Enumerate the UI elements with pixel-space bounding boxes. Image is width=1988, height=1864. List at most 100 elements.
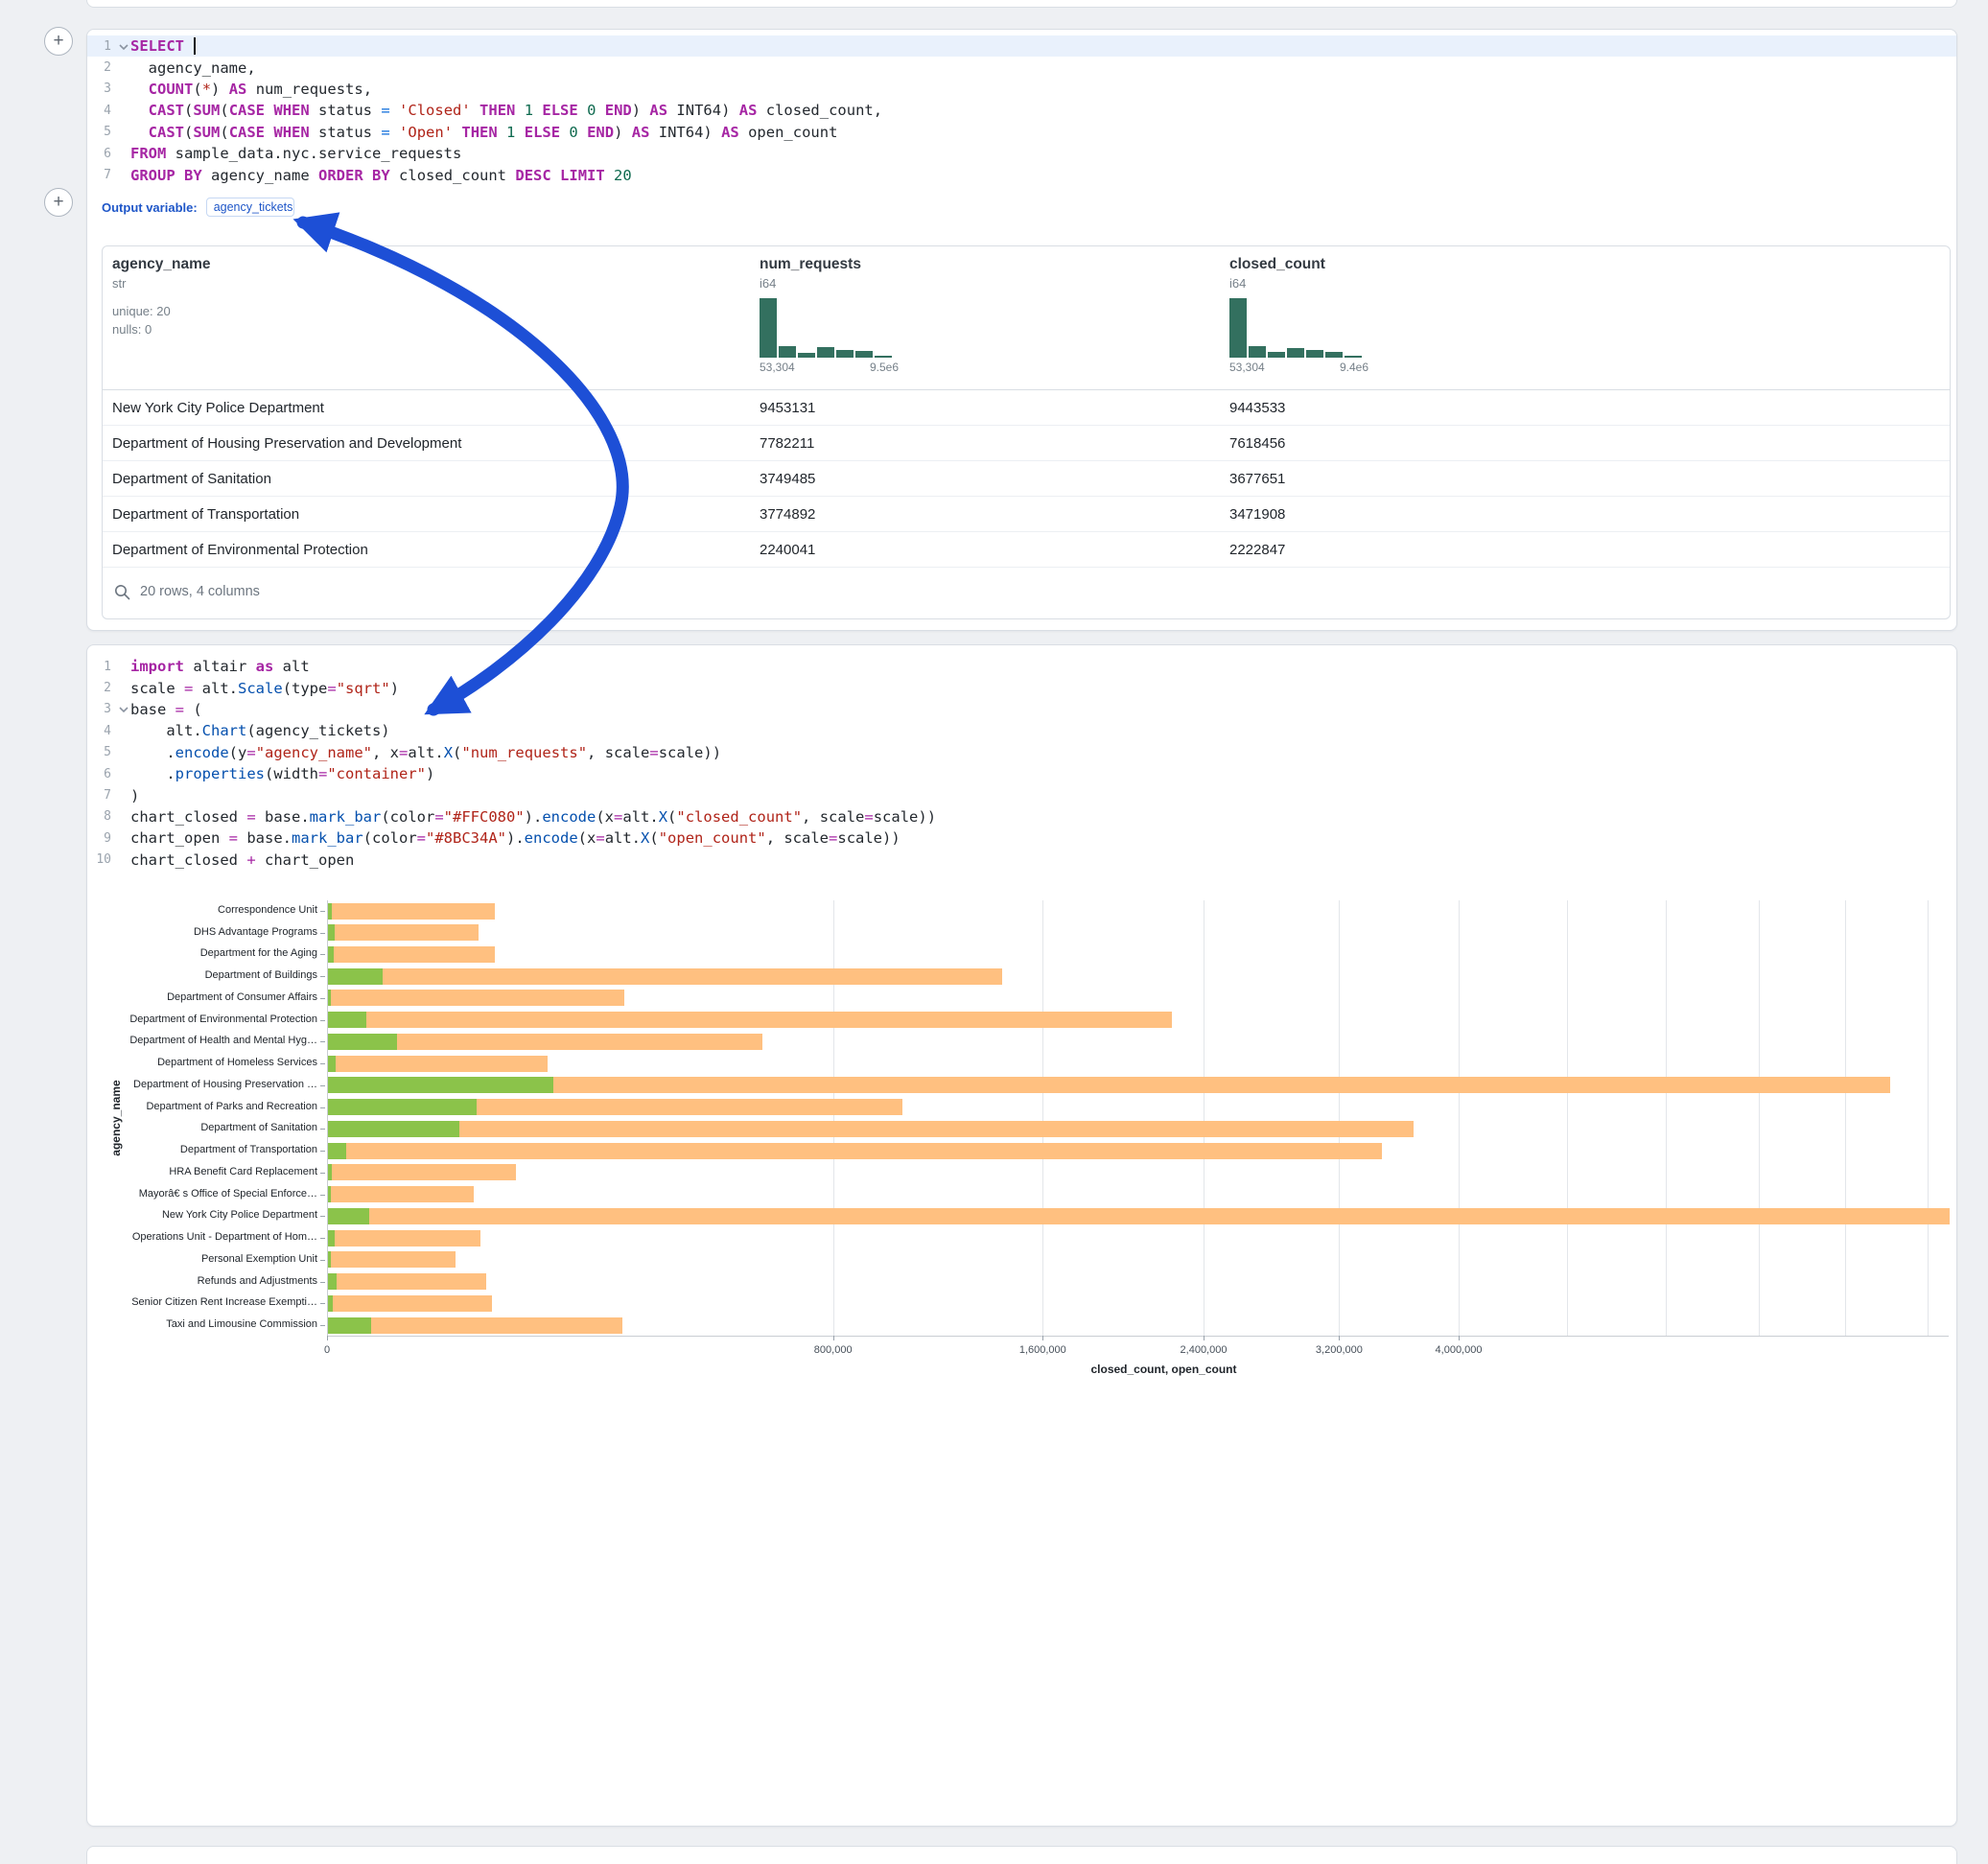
- line-number: 3: [87, 702, 116, 716]
- code-token: =: [381, 102, 389, 119]
- table-cell: Department of Transportation: [112, 497, 299, 532]
- code-token: 0: [569, 124, 577, 141]
- output-variable-chip[interactable]: agency_tickets: [206, 198, 294, 217]
- y-tick: [320, 976, 325, 977]
- code-token: [390, 124, 399, 141]
- code-token: =: [327, 680, 336, 697]
- sql-code-line-7[interactable]: 7GROUP BY agency_name ORDER BY closed_co…: [87, 164, 1956, 185]
- code-token: (: [220, 124, 228, 141]
- code-token: CASE: [229, 102, 265, 119]
- column-header-closed-count[interactable]: closed_count i64 53,304 9.4e6: [1229, 256, 1368, 374]
- table-cell: 7782211: [760, 426, 814, 461]
- code-token: [578, 102, 587, 119]
- y-tick: [320, 1085, 325, 1086]
- gridline: [1459, 900, 1460, 1336]
- code-text: import altair as alt: [130, 658, 310, 675]
- code-token: (: [453, 744, 461, 761]
- code-token: =: [417, 829, 426, 847]
- y-axis-label: Taxi and Limousine Commission: [91, 1318, 317, 1330]
- histogram-bar: [855, 351, 873, 358]
- python-code-editor[interactable]: 1import altair as alt2scale = alt.Scale(…: [87, 645, 1956, 871]
- python-code-line-3[interactable]: 3base = (: [87, 699, 1956, 720]
- code-token: "#8BC34A": [426, 829, 506, 847]
- chart-bar-open: [328, 903, 332, 920]
- sql-code-line-4[interactable]: 4 CAST(SUM(CASE WHEN status = 'Closed' T…: [87, 100, 1956, 121]
- y-axis-label: Operations Unit - Department of Hom…: [91, 1231, 317, 1243]
- code-token: THEN: [479, 102, 515, 119]
- chart-bar-closed: [328, 1143, 1382, 1159]
- code-token: import: [130, 658, 184, 675]
- code-text: agency_name,: [130, 59, 256, 77]
- fold-chevron-icon[interactable]: [116, 42, 130, 51]
- code-token: Scale: [238, 680, 283, 697]
- chart-bar-open: [328, 1186, 331, 1202]
- line-number: 7: [87, 168, 116, 182]
- table-header: agency_name str unique: 20 nulls: 0 num_…: [103, 246, 1950, 390]
- code-token: =: [434, 808, 443, 826]
- sql-code-line-6[interactable]: 6FROM sample_data.nyc.service_requests: [87, 143, 1956, 164]
- code-token: (: [220, 102, 228, 119]
- y-axis-label: Senior Citizen Rent Increase Exempti…: [91, 1296, 317, 1308]
- column-stat-unique: unique: 20: [112, 302, 211, 320]
- column-header-num-requests[interactable]: num_requests i64 53,304 9.5e6: [760, 256, 899, 374]
- chart-bar-open: [328, 1056, 336, 1072]
- python-code-line-2[interactable]: 2scale = alt.Scale(type="sqrt"): [87, 677, 1956, 698]
- histogram-max: 9.5e6: [870, 361, 899, 374]
- code-token: [130, 81, 149, 98]
- code-token: chart_closed: [130, 851, 246, 869]
- table-row-count: 20 rows, 4 columns: [140, 584, 260, 599]
- code-token: (color: [363, 829, 417, 847]
- python-code-line-7[interactable]: 7): [87, 784, 1956, 805]
- line-number: 1: [87, 39, 116, 54]
- python-code-line-4[interactable]: 4 alt.Chart(agency_tickets): [87, 720, 1956, 741]
- search-icon[interactable]: [114, 584, 130, 600]
- code-token: =: [614, 808, 622, 826]
- python-code-line-6[interactable]: 6 .properties(width="container"): [87, 763, 1956, 784]
- code-token: [390, 102, 399, 119]
- code-token: CAST: [149, 124, 184, 141]
- previous-cell-edge: [86, 0, 1957, 8]
- chart-bar-closed: [328, 1121, 1414, 1137]
- table-row: New York City Police Department945313194…: [103, 390, 1950, 426]
- code-token: SELECT: [130, 37, 184, 55]
- code-token: mark_bar: [310, 808, 382, 826]
- python-code-line-9[interactable]: 9chart_open = base.mark_bar(color="#8BC3…: [87, 827, 1956, 849]
- code-text: SELECT: [130, 37, 196, 55]
- line-number: 4: [87, 104, 116, 118]
- histogram-max: 9.4e6: [1340, 361, 1368, 374]
- code-token: "open_count": [659, 829, 766, 847]
- code-token: , scale: [766, 829, 829, 847]
- sql-code-line-1[interactable]: 1 SELECT: [87, 35, 1956, 57]
- add-cell-button-middle[interactable]: +: [44, 188, 73, 217]
- sql-code-editor[interactable]: 1 SELECT 2 agency_name,3 COUNT(*) AS num_…: [87, 30, 1956, 186]
- sql-code-line-3[interactable]: 3 COUNT(*) AS num_requests,: [87, 79, 1956, 100]
- table-cell: 2222847: [1229, 532, 1285, 568]
- table-cell: Department of Sanitation: [112, 461, 271, 497]
- column-name: closed_count: [1229, 256, 1368, 273]
- code-text: alt.Chart(agency_tickets): [130, 722, 390, 739]
- chart-bar-open: [328, 990, 331, 1006]
- code-text: scale = alt.Scale(type="sqrt"): [130, 680, 399, 697]
- sql-code-line-2[interactable]: 2 agency_name,: [87, 57, 1956, 78]
- python-code-line-1[interactable]: 1import altair as alt: [87, 656, 1956, 677]
- python-code-line-10[interactable]: 10chart_closed + chart_open: [87, 850, 1956, 871]
- column-header-agency-name[interactable]: agency_name str unique: 20 nulls: 0: [112, 256, 211, 338]
- y-axis-label: HRA Benefit Card Replacement: [91, 1166, 317, 1177]
- column-type: i64: [760, 276, 899, 291]
- y-tick: [320, 1303, 325, 1304]
- python-code-line-5[interactable]: 5 .encode(y="agency_name", x=alt.X("num_…: [87, 742, 1956, 763]
- column-name: num_requests: [760, 256, 899, 273]
- code-text: CAST(SUM(CASE WHEN status = 'Open' THEN …: [130, 124, 837, 141]
- python-code-line-8[interactable]: 8chart_closed = base.mark_bar(color="#FF…: [87, 806, 1956, 827]
- code-token: status: [310, 102, 382, 119]
- chart-bar-open: [328, 1230, 335, 1247]
- code-token: (: [184, 102, 193, 119]
- y-tick: [320, 998, 325, 999]
- table-body: New York City Police Department945313194…: [103, 390, 1950, 568]
- sql-code-line-5[interactable]: 5 CAST(SUM(CASE WHEN status = 'Open' THE…: [87, 122, 1956, 143]
- histogram-bar: [1345, 356, 1362, 358]
- line-number: 4: [87, 724, 116, 738]
- add-cell-button-top[interactable]: +: [44, 27, 73, 56]
- code-token: ORDER: [318, 167, 363, 184]
- fold-chevron-icon[interactable]: [116, 705, 130, 713]
